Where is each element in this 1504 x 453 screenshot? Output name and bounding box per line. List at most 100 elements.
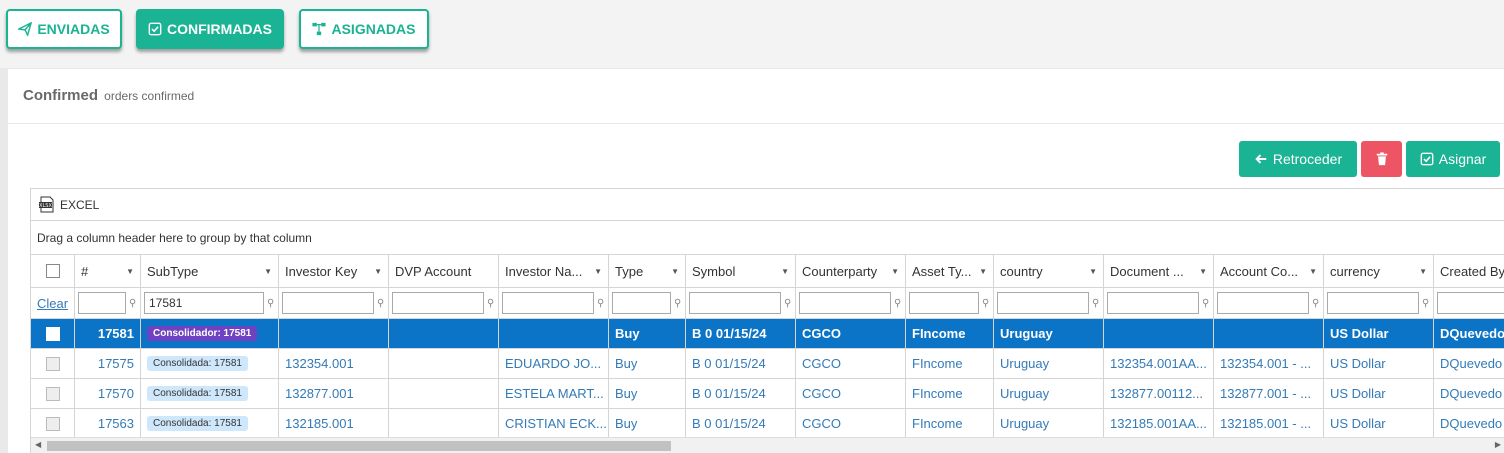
orders-grid: XLSX EXCEL Drag a column header here to … xyxy=(30,188,1504,453)
header-investor-key[interactable]: Investor Key ▼ xyxy=(279,255,389,287)
tab-label: ASIGNADAS xyxy=(331,21,416,37)
caret-down-icon[interactable]: ▼ xyxy=(1309,267,1317,276)
retroceder-button[interactable]: Retroceder xyxy=(1239,141,1357,177)
filter-icon[interactable]: ⚲ xyxy=(894,298,902,309)
filter-cell-investor-key: ⚲ xyxy=(279,288,389,318)
tab-enviadas[interactable]: ENVIADAS xyxy=(6,9,122,49)
filter-icon[interactable]: ⚲ xyxy=(1422,298,1430,309)
group-panel[interactable]: Drag a column header here to group by th… xyxy=(31,221,1504,255)
caret-down-icon[interactable]: ▼ xyxy=(1419,267,1427,276)
filter-icon[interactable]: ⚲ xyxy=(1312,298,1320,309)
header-country[interactable]: country ▼ xyxy=(994,255,1104,287)
caret-down-icon[interactable]: ▼ xyxy=(1199,267,1207,276)
filter-input-currency[interactable] xyxy=(1327,292,1419,314)
filter-cell-document: ⚲ xyxy=(1104,288,1214,318)
filter-input-document[interactable] xyxy=(1107,292,1199,314)
horizontal-scrollbar[interactable]: ◀ ▶ xyxy=(31,437,1504,453)
header-document[interactable]: Document ... ▼ xyxy=(1104,255,1214,287)
filter-icon[interactable]: ⚲ xyxy=(674,298,682,309)
header-dvp-account[interactable]: DVP Account xyxy=(389,255,499,287)
scroll-left-icon[interactable]: ◀ xyxy=(35,440,41,449)
filter-input-dvp-account[interactable] xyxy=(392,292,484,314)
check-square-icon xyxy=(1420,152,1434,166)
caret-down-icon[interactable]: ▼ xyxy=(781,267,789,276)
filter-icon[interactable]: ⚲ xyxy=(1202,298,1210,309)
header-symbol[interactable]: Symbol ▼ xyxy=(686,255,796,287)
header-counterparty[interactable]: Counterparty ▼ xyxy=(796,255,906,287)
paper-plane-icon xyxy=(18,22,33,36)
caret-down-icon[interactable]: ▼ xyxy=(1089,267,1097,276)
select-all-checkbox[interactable] xyxy=(45,264,60,278)
filter-input-type[interactable] xyxy=(612,292,671,314)
clear-filters-link[interactable]: Clear xyxy=(37,296,68,311)
row-checkbox[interactable] xyxy=(45,356,60,371)
filter-input-id[interactable] xyxy=(78,292,126,314)
header-subtype[interactable]: SubType ▼ xyxy=(141,255,279,287)
cell-document: 132185.001AA... xyxy=(1104,409,1214,438)
filter-icon[interactable]: ⚲ xyxy=(129,298,137,309)
header-currency[interactable]: currency ▼ xyxy=(1324,255,1434,287)
filter-input-subtype[interactable]: 17581 xyxy=(144,292,264,314)
consolidada-badge: Consolidada: 17581 xyxy=(147,416,248,431)
table-row[interactable]: 17581 Consolidador: 17581 Buy B 0 01/15/… xyxy=(31,319,1504,349)
cell-asset-type: FIncome xyxy=(906,379,994,408)
filter-icon[interactable]: ⚲ xyxy=(377,298,385,309)
scroll-right-icon[interactable]: ▶ xyxy=(1495,440,1501,449)
header-label: Investor Na... xyxy=(505,263,583,279)
caret-down-icon[interactable]: ▼ xyxy=(374,267,382,276)
caret-down-icon[interactable]: ▼ xyxy=(594,267,602,276)
header-label: # xyxy=(81,263,89,279)
scrollbar-thumb[interactable] xyxy=(47,441,671,451)
cell-subtype: Consolidada: 17581 xyxy=(141,379,279,408)
cell-id: 17581 xyxy=(75,319,141,348)
header-created-by[interactable]: Created By xyxy=(1434,255,1504,287)
filter-input-investor-name[interactable] xyxy=(502,292,594,314)
header-label: Investor Key xyxy=(285,263,358,279)
filter-input-country[interactable] xyxy=(997,292,1089,314)
svg-text:XLSX: XLSX xyxy=(39,203,52,209)
header-asset-type[interactable]: Asset Ty... ▼ xyxy=(906,255,994,287)
filter-cell-type: ⚲ xyxy=(609,288,686,318)
delete-button[interactable] xyxy=(1361,141,1402,177)
caret-down-icon[interactable]: ▼ xyxy=(671,267,679,276)
tab-confirmadas[interactable]: CONFIRMADAS xyxy=(136,9,284,49)
filter-icon[interactable]: ⚲ xyxy=(982,298,990,309)
header-account[interactable]: Account Co... ▼ xyxy=(1214,255,1324,287)
row-checkbox[interactable] xyxy=(45,386,60,401)
filter-input-account[interactable] xyxy=(1217,292,1309,314)
filter-icon[interactable]: ⚲ xyxy=(784,298,792,309)
filter-input-asset-type[interactable] xyxy=(909,292,979,314)
asignar-button[interactable]: Asignar xyxy=(1406,141,1500,177)
excel-export-button[interactable]: XLSX EXCEL xyxy=(38,196,99,213)
filter-cell-investor-name: ⚲ xyxy=(499,288,609,318)
cell-counterparty: CGCO xyxy=(796,319,906,348)
table-row[interactable]: 17575 Consolidada: 17581 132354.001 EDUA… xyxy=(31,349,1504,379)
caret-down-icon[interactable]: ▼ xyxy=(891,267,899,276)
row-select-cell xyxy=(31,319,75,348)
cell-document: 132877.00112... xyxy=(1104,379,1214,408)
caret-down-icon[interactable]: ▼ xyxy=(264,267,272,276)
caret-down-icon[interactable]: ▼ xyxy=(979,267,987,276)
filter-input-counterparty[interactable] xyxy=(799,292,891,314)
caret-down-icon[interactable]: ▼ xyxy=(126,267,134,276)
tab-asignadas[interactable]: ASIGNADAS xyxy=(299,9,429,49)
cell-asset-type: FIncome xyxy=(906,349,994,378)
header-type[interactable]: Type ▼ xyxy=(609,255,686,287)
header-investor-name[interactable]: Investor Na... ▼ xyxy=(499,255,609,287)
retroceder-label: Retroceder xyxy=(1272,151,1343,167)
filter-input-symbol[interactable] xyxy=(689,292,781,314)
filter-input-created-by[interactable] xyxy=(1437,292,1504,314)
filter-icon[interactable]: ⚲ xyxy=(1092,298,1100,309)
table-row[interactable]: 17570 Consolidada: 17581 132877.001 ESTE… xyxy=(31,379,1504,409)
filter-icon[interactable]: ⚲ xyxy=(267,298,275,309)
header-id[interactable]: # ▼ xyxy=(75,255,141,287)
row-checkbox[interactable] xyxy=(45,326,60,341)
cell-currency: US Dollar xyxy=(1324,409,1434,438)
cell-investor-name: ESTELA MART... xyxy=(499,379,609,408)
filter-icon[interactable]: ⚲ xyxy=(487,298,495,309)
filter-icon[interactable]: ⚲ xyxy=(597,298,605,309)
table-row[interactable]: 17563 Consolidada: 17581 132185.001 CRIS… xyxy=(31,409,1504,439)
filter-cell-created-by xyxy=(1434,288,1504,318)
filter-input-investor-key[interactable] xyxy=(282,292,374,314)
row-checkbox[interactable] xyxy=(45,416,60,431)
